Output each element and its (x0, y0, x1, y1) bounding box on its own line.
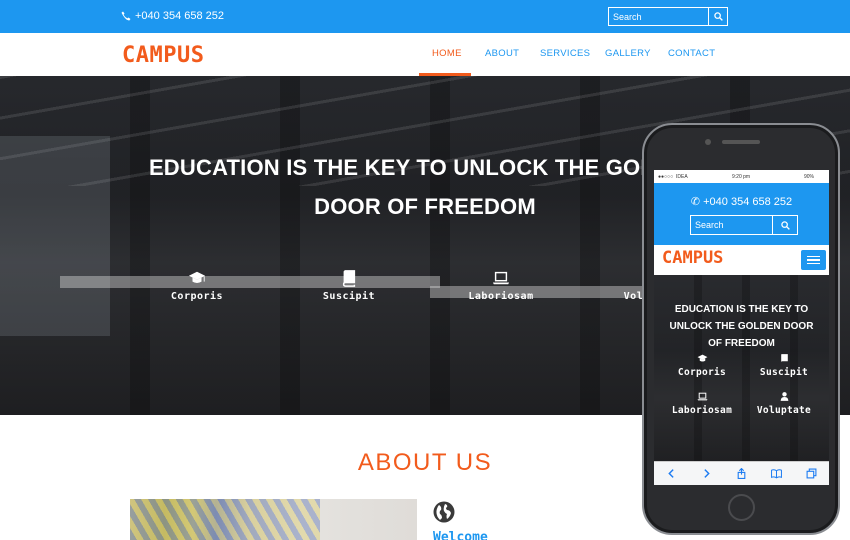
forward-icon[interactable] (701, 468, 712, 479)
hero-background-window (0, 136, 110, 336)
mobile-status-bar: ●●○○○ IDEA 9:20 pm 90% (654, 170, 829, 183)
search-icon (780, 220, 790, 230)
feature-label: Voluptate (756, 405, 812, 416)
share-icon[interactable] (736, 468, 747, 479)
mobile-browser-toolbar (654, 461, 829, 485)
feature-laboriosam[interactable]: Laboriosam (446, 269, 556, 302)
phone-home-button[interactable] (728, 494, 755, 521)
nav-contact[interactable]: CONTACT (668, 48, 715, 59)
laptop-icon (697, 392, 707, 401)
nav-gallery[interactable]: GALLERY (605, 48, 651, 59)
hero-title: EDUCATION IS THE KEY TO UNLOCK THE GOLDE… (140, 148, 710, 226)
hero-title-line-2: DOOR OF FREEDOM (314, 194, 536, 219)
globe-icon (433, 501, 455, 523)
site-logo[interactable]: CAMPUS (122, 43, 204, 68)
book-icon (780, 354, 788, 363)
phone-speaker (722, 140, 760, 144)
nav-services[interactable]: SERVICES (540, 48, 590, 59)
nav-about[interactable]: ABOUT (485, 48, 519, 59)
mobile-contact-phone: ✆ +040 354 658 252 (654, 195, 829, 208)
feature-label: Corporis (677, 367, 727, 378)
mobile-feature-laboriosam[interactable]: Laboriosam (662, 391, 742, 416)
welcome-heading: Welcome (433, 530, 488, 540)
phone-icon: ✆ (690, 196, 701, 208)
feature-label: Suscipit (759, 367, 809, 378)
mobile-nav: CAMPUS (654, 245, 829, 275)
bookmarks-icon[interactable] (771, 468, 782, 479)
feature-label: Laboriosam (468, 291, 534, 302)
phone-icon (121, 11, 131, 21)
phone-number: +040 354 658 252 (135, 10, 225, 22)
book-icon (342, 270, 356, 287)
hamburger-menu-button[interactable] (801, 250, 826, 270)
mobile-feature-voluptate[interactable]: Voluptate (744, 391, 824, 416)
hero-title-line-1: EDUCATION IS THE KEY TO UNLOCK THE GOLDE… (148, 155, 702, 180)
contact-phone: +040 354 658 252 (121, 10, 224, 22)
tabs-icon[interactable] (806, 468, 817, 479)
feature-suscipit[interactable]: Suscipit (294, 269, 404, 302)
battery-label: 90% (804, 174, 815, 180)
about-image (130, 499, 417, 540)
feature-label: Corporis (170, 291, 224, 302)
signal-indicator: ●●○○○ (658, 174, 674, 180)
feature-label: Laboriosam (671, 405, 733, 416)
nav-home[interactable]: HOME (432, 48, 462, 59)
feature-corporis[interactable]: Corporis (142, 269, 252, 302)
mobile-top-bar: ✆ +040 354 658 252 (654, 183, 829, 245)
graduation-cap-icon (188, 271, 206, 283)
status-time: 9:20 pm (732, 174, 751, 180)
mobile-feature-suscipit[interactable]: Suscipit (744, 353, 824, 378)
back-icon[interactable] (666, 468, 677, 479)
user-icon (780, 392, 788, 401)
search-icon (713, 12, 723, 21)
main-nav: CAMPUS HOME ABOUT SERVICES GALLERY CONTA… (0, 33, 850, 76)
mobile-search-box (690, 215, 798, 235)
mobile-search-input[interactable] (691, 216, 773, 234)
mobile-feature-corporis[interactable]: Corporis (662, 353, 742, 378)
mobile-search-button[interactable] (773, 216, 797, 234)
phone-camera (705, 139, 711, 145)
mobile-site-logo[interactable]: CAMPUS (662, 248, 723, 268)
mobile-phone-number: +040 354 658 252 (703, 196, 793, 208)
phone-screen: ●●○○○ IDEA 9:20 pm 90% ✆ +040 354 658 25… (654, 170, 829, 485)
top-bar: +040 354 658 252 (0, 0, 850, 33)
search-box (608, 7, 728, 26)
mobile-hero: EDUCATION IS THE KEY TO UNLOCK THE GOLDE… (654, 275, 829, 465)
mobile-hero-title: EDUCATION IS THE KEY TO UNLOCK THE GOLDE… (669, 304, 814, 349)
carrier-label: IDEA (676, 174, 688, 180)
search-button[interactable] (709, 8, 727, 25)
about-section-title: ABOUT US (357, 449, 493, 476)
search-input[interactable] (609, 8, 709, 25)
laptop-icon (492, 271, 510, 285)
graduation-cap-icon (697, 354, 707, 362)
feature-label: Suscipit (322, 291, 376, 302)
